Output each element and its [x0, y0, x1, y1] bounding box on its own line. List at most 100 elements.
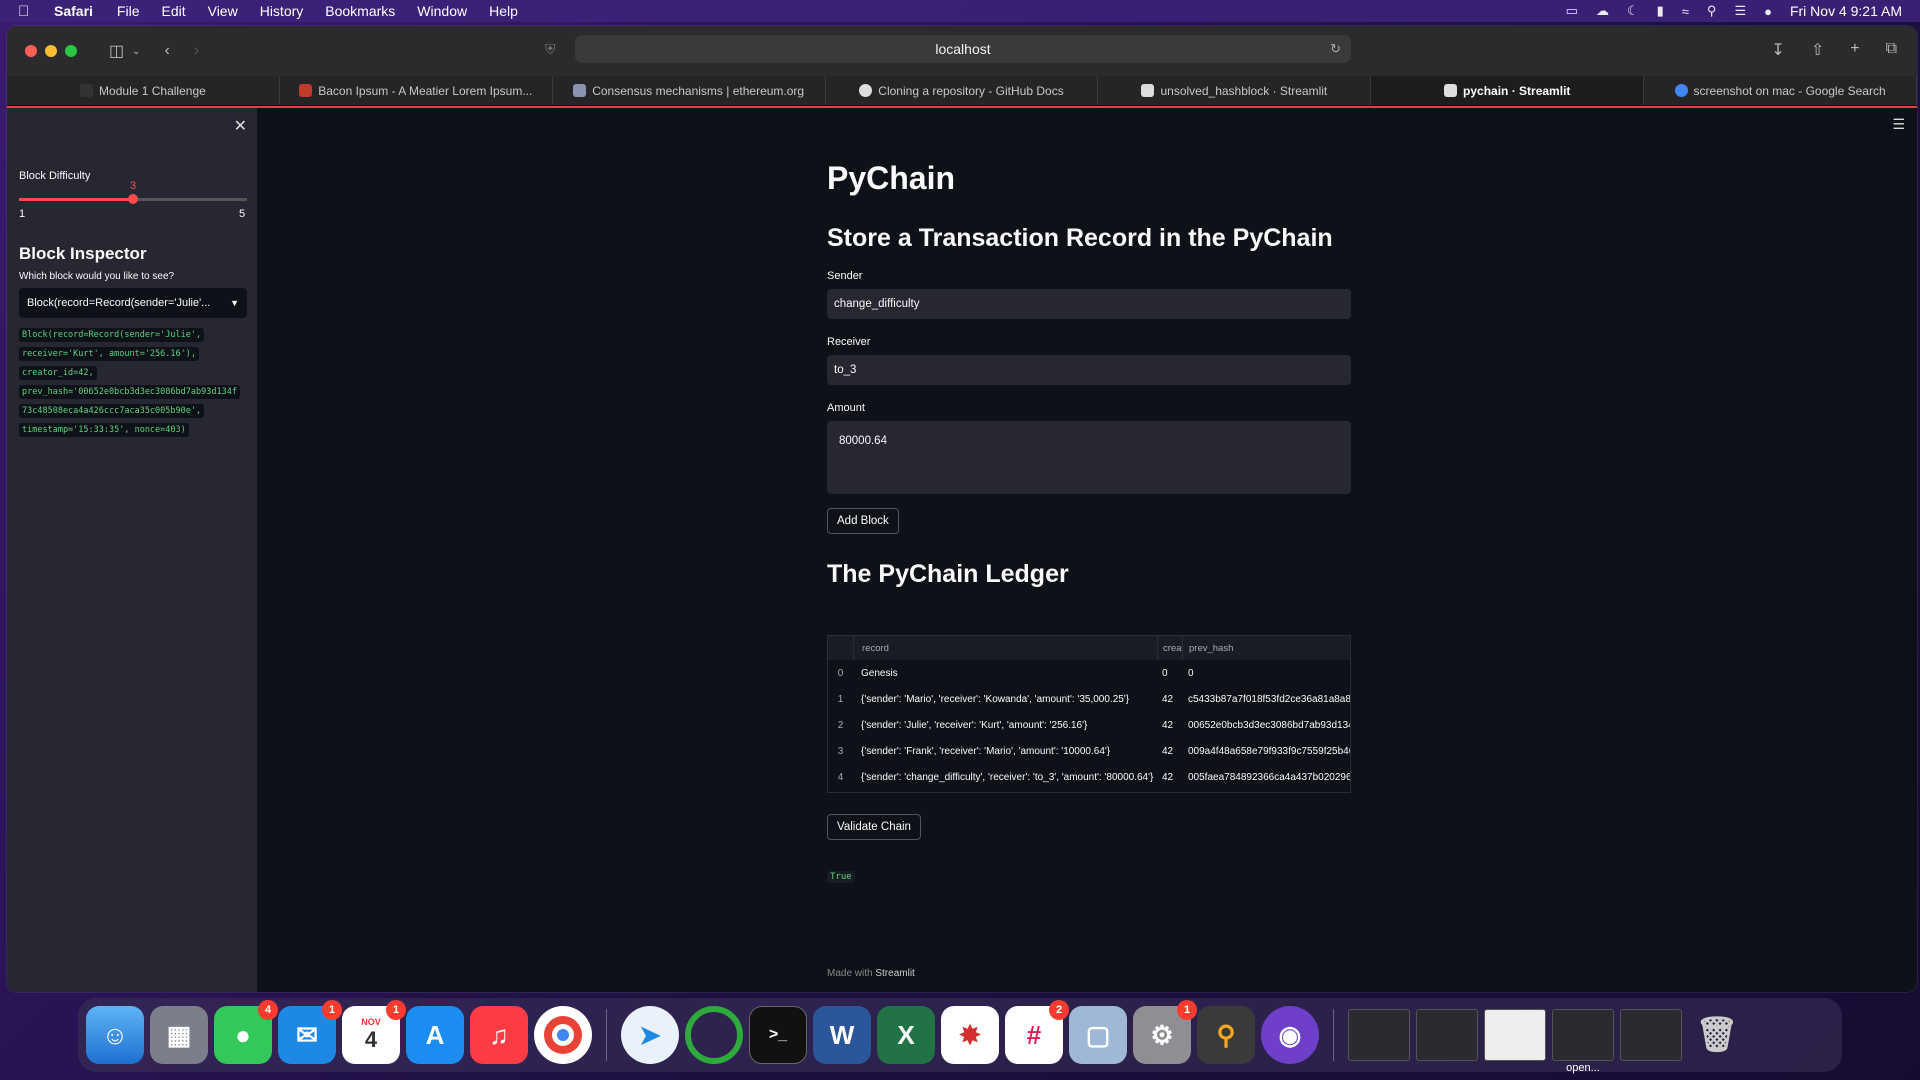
minimized-window-thumb[interactable]	[1416, 1009, 1478, 1061]
tab-unsolved-hashblock[interactable]: unsolved_hashblock · Streamlit	[1098, 76, 1372, 105]
back-icon[interactable]: ‹	[165, 42, 170, 60]
cell-creator[interactable]: 0	[1157, 668, 1182, 679]
address-bar[interactable]: localhost ↻	[575, 35, 1351, 63]
main-menu-icon[interactable]: ☰	[1892, 116, 1905, 133]
system-settings-icon[interactable]: ⚙ 1	[1133, 1000, 1197, 1064]
trash-icon[interactable]: 🗑	[1688, 1006, 1746, 1064]
cell-record[interactable]: {'sender': 'Julie', 'receiver': 'Kurt', …	[853, 720, 1157, 731]
cell-creator[interactable]: 42	[1157, 694, 1182, 705]
menubar-clock[interactable]: Fri Nov 4 9:21 AM	[1790, 3, 1902, 19]
safari-icon[interactable]: ➤	[621, 1006, 679, 1064]
minimized-window-thumb[interactable]: open...	[1552, 1009, 1614, 1074]
finder-icon[interactable]: ☺	[86, 1006, 144, 1064]
search-icon[interactable]: ⚲	[1707, 3, 1717, 19]
ledger-table[interactable]: record creat prev_hash 0 Genesis 0 0 1 {…	[827, 635, 1351, 793]
reload-icon[interactable]: ↻	[1330, 41, 1341, 57]
siri-icon[interactable]: ●	[1764, 4, 1772, 19]
display-icon[interactable]: ▭	[1566, 3, 1578, 19]
word-icon[interactable]: W	[813, 1006, 871, 1064]
excel-icon[interactable]: X	[877, 1006, 935, 1064]
battery-icon[interactable]: ▮	[1657, 3, 1664, 19]
minimize-window-button[interactable]	[45, 45, 57, 57]
cell-record[interactable]: {'sender': 'Mario', 'receiver': 'Kowanda…	[853, 694, 1157, 705]
cell-prev-hash[interactable]: c5433b87a7f018f53fd2ce36a81a8a8	[1182, 694, 1350, 705]
github-desktop-icon[interactable]: ◉	[1261, 1006, 1319, 1064]
menu-window[interactable]: Window	[417, 3, 467, 19]
tab-bacon-ipsum[interactable]: Bacon Ipsum - A Meatier Lorem Ipsum...	[280, 76, 553, 105]
close-sidebar-icon[interactable]: ✕	[234, 116, 247, 136]
tab-pychain[interactable]: pychain · Streamlit	[1371, 76, 1645, 105]
cloud-icon[interactable]: ☁	[1596, 3, 1609, 19]
table-row[interactable]: 1 {'sender': 'Mario', 'receiver': 'Kowan…	[828, 686, 1350, 712]
wifi-icon[interactable]: ≈	[1682, 4, 1689, 19]
mail-icon[interactable]: ✉ 1	[278, 1000, 342, 1064]
network-tool-icon[interactable]: ✸	[941, 1006, 999, 1064]
launchpad-icon[interactable]: ▦	[150, 1006, 208, 1064]
menu-file[interactable]: File	[117, 3, 140, 19]
slider-handle[interactable]	[128, 194, 138, 204]
cell-creator[interactable]: 42	[1157, 746, 1182, 757]
control-center-icon[interactable]: ☰	[1734, 3, 1746, 19]
tab-module-1-challenge[interactable]: Module 1 Challenge	[7, 76, 280, 105]
minimized-window-thumb[interactable]	[1620, 1009, 1682, 1061]
block-select[interactable]: Block(record=Record(sender='Julie'... ▼	[19, 288, 247, 318]
difficulty-slider[interactable]: 3	[19, 180, 247, 204]
menu-app-name[interactable]: Safari	[54, 3, 93, 19]
table-row[interactable]: 3 {'sender': 'Frank', 'receiver': 'Mario…	[828, 738, 1350, 764]
cell-record[interactable]: {'sender': 'change_difficulty', 'receive…	[853, 772, 1157, 783]
cell-record[interactable]: Genesis	[853, 668, 1157, 679]
keychain-icon[interactable]: ⚲	[1197, 1006, 1255, 1064]
header-prev-hash[interactable]: prev_hash	[1182, 636, 1350, 660]
minimized-window-thumb[interactable]	[1348, 1009, 1410, 1061]
receiver-input[interactable]: to_3	[827, 355, 1351, 385]
chevron-down-icon[interactable]: ⌄	[132, 46, 140, 57]
privacy-shield-icon[interactable]: ⛨	[545, 41, 556, 58]
cell-prev-hash[interactable]: 005faea784892366ca4a437b0202969	[1182, 772, 1350, 783]
zoom-window-button[interactable]	[65, 45, 77, 57]
menu-bookmarks[interactable]: Bookmarks	[325, 3, 395, 19]
cell-creator[interactable]: 42	[1157, 772, 1182, 783]
table-row[interactable]: 2 {'sender': 'Julie', 'receiver': 'Kurt'…	[828, 712, 1350, 738]
messages-icon[interactable]: ● 4	[214, 1000, 278, 1064]
app-store-icon[interactable]: A	[406, 1006, 464, 1064]
music-icon[interactable]: ♫	[470, 1006, 528, 1064]
code-line: Block(record=Record(sender='Julie',	[19, 328, 205, 342]
cell-record[interactable]: {'sender': 'Frank', 'receiver': 'Mario',…	[853, 746, 1157, 757]
streamlit-link[interactable]: Streamlit	[875, 968, 914, 979]
slack-icon[interactable]: #2	[1005, 1000, 1069, 1064]
chrome-icon[interactable]	[534, 1006, 592, 1064]
menu-history[interactable]: History	[260, 3, 304, 19]
tab-github-docs[interactable]: Cloning a repository - GitHub Docs	[826, 76, 1099, 105]
preview-icon[interactable]: ▢	[1069, 1006, 1127, 1064]
table-row[interactable]: 0 Genesis 0 0	[828, 660, 1350, 686]
menu-edit[interactable]: Edit	[161, 3, 185, 19]
new-tab-icon[interactable]: +	[1850, 40, 1859, 60]
close-window-button[interactable]	[25, 45, 37, 57]
cell-prev-hash[interactable]: 009a4f48a658e79f933f9c7559f25b46	[1182, 746, 1350, 757]
amount-textarea[interactable]: 80000.64	[827, 421, 1351, 494]
cell-creator[interactable]: 42	[1157, 720, 1182, 731]
terminal-icon[interactable]: >_	[749, 1006, 807, 1064]
menu-view[interactable]: View	[208, 3, 238, 19]
tab-google-search[interactable]: screenshot on mac - Google Search	[1644, 76, 1917, 105]
validate-chain-button[interactable]: Validate Chain	[827, 814, 921, 840]
menu-help[interactable]: Help	[489, 3, 518, 19]
apple-menu-icon[interactable]: 	[18, 3, 38, 20]
moon-icon[interactable]: ☾	[1627, 3, 1639, 19]
tab-ethereum[interactable]: Consensus mechanisms | ethereum.org	[553, 76, 826, 105]
sidebar-toggle-icon[interactable]: ◫	[109, 41, 124, 61]
tab-overview-icon[interactable]: ⧉	[1886, 40, 1897, 60]
add-block-button[interactable]: Add Block	[827, 508, 899, 534]
sender-input[interactable]: change_difficulty	[827, 289, 1351, 319]
cell-prev-hash[interactable]: 0	[1182, 668, 1350, 679]
calendar-icon[interactable]: NOV 4 1	[342, 1000, 406, 1064]
forward-icon[interactable]: ›	[194, 42, 199, 60]
header-record[interactable]: record	[853, 636, 1157, 660]
downloads-icon[interactable]: ↧	[1771, 40, 1784, 60]
cell-prev-hash[interactable]: 00652e0bcb3d3ec3086bd7ab93d134	[1182, 720, 1350, 731]
table-row[interactable]: 4 {'sender': 'change_difficulty', 'recei…	[828, 764, 1350, 790]
header-creator[interactable]: creat	[1157, 636, 1182, 660]
share-icon[interactable]: ⇧	[1811, 40, 1824, 60]
minimized-window-thumb[interactable]	[1484, 1009, 1546, 1061]
activity-icon[interactable]	[685, 1006, 743, 1064]
